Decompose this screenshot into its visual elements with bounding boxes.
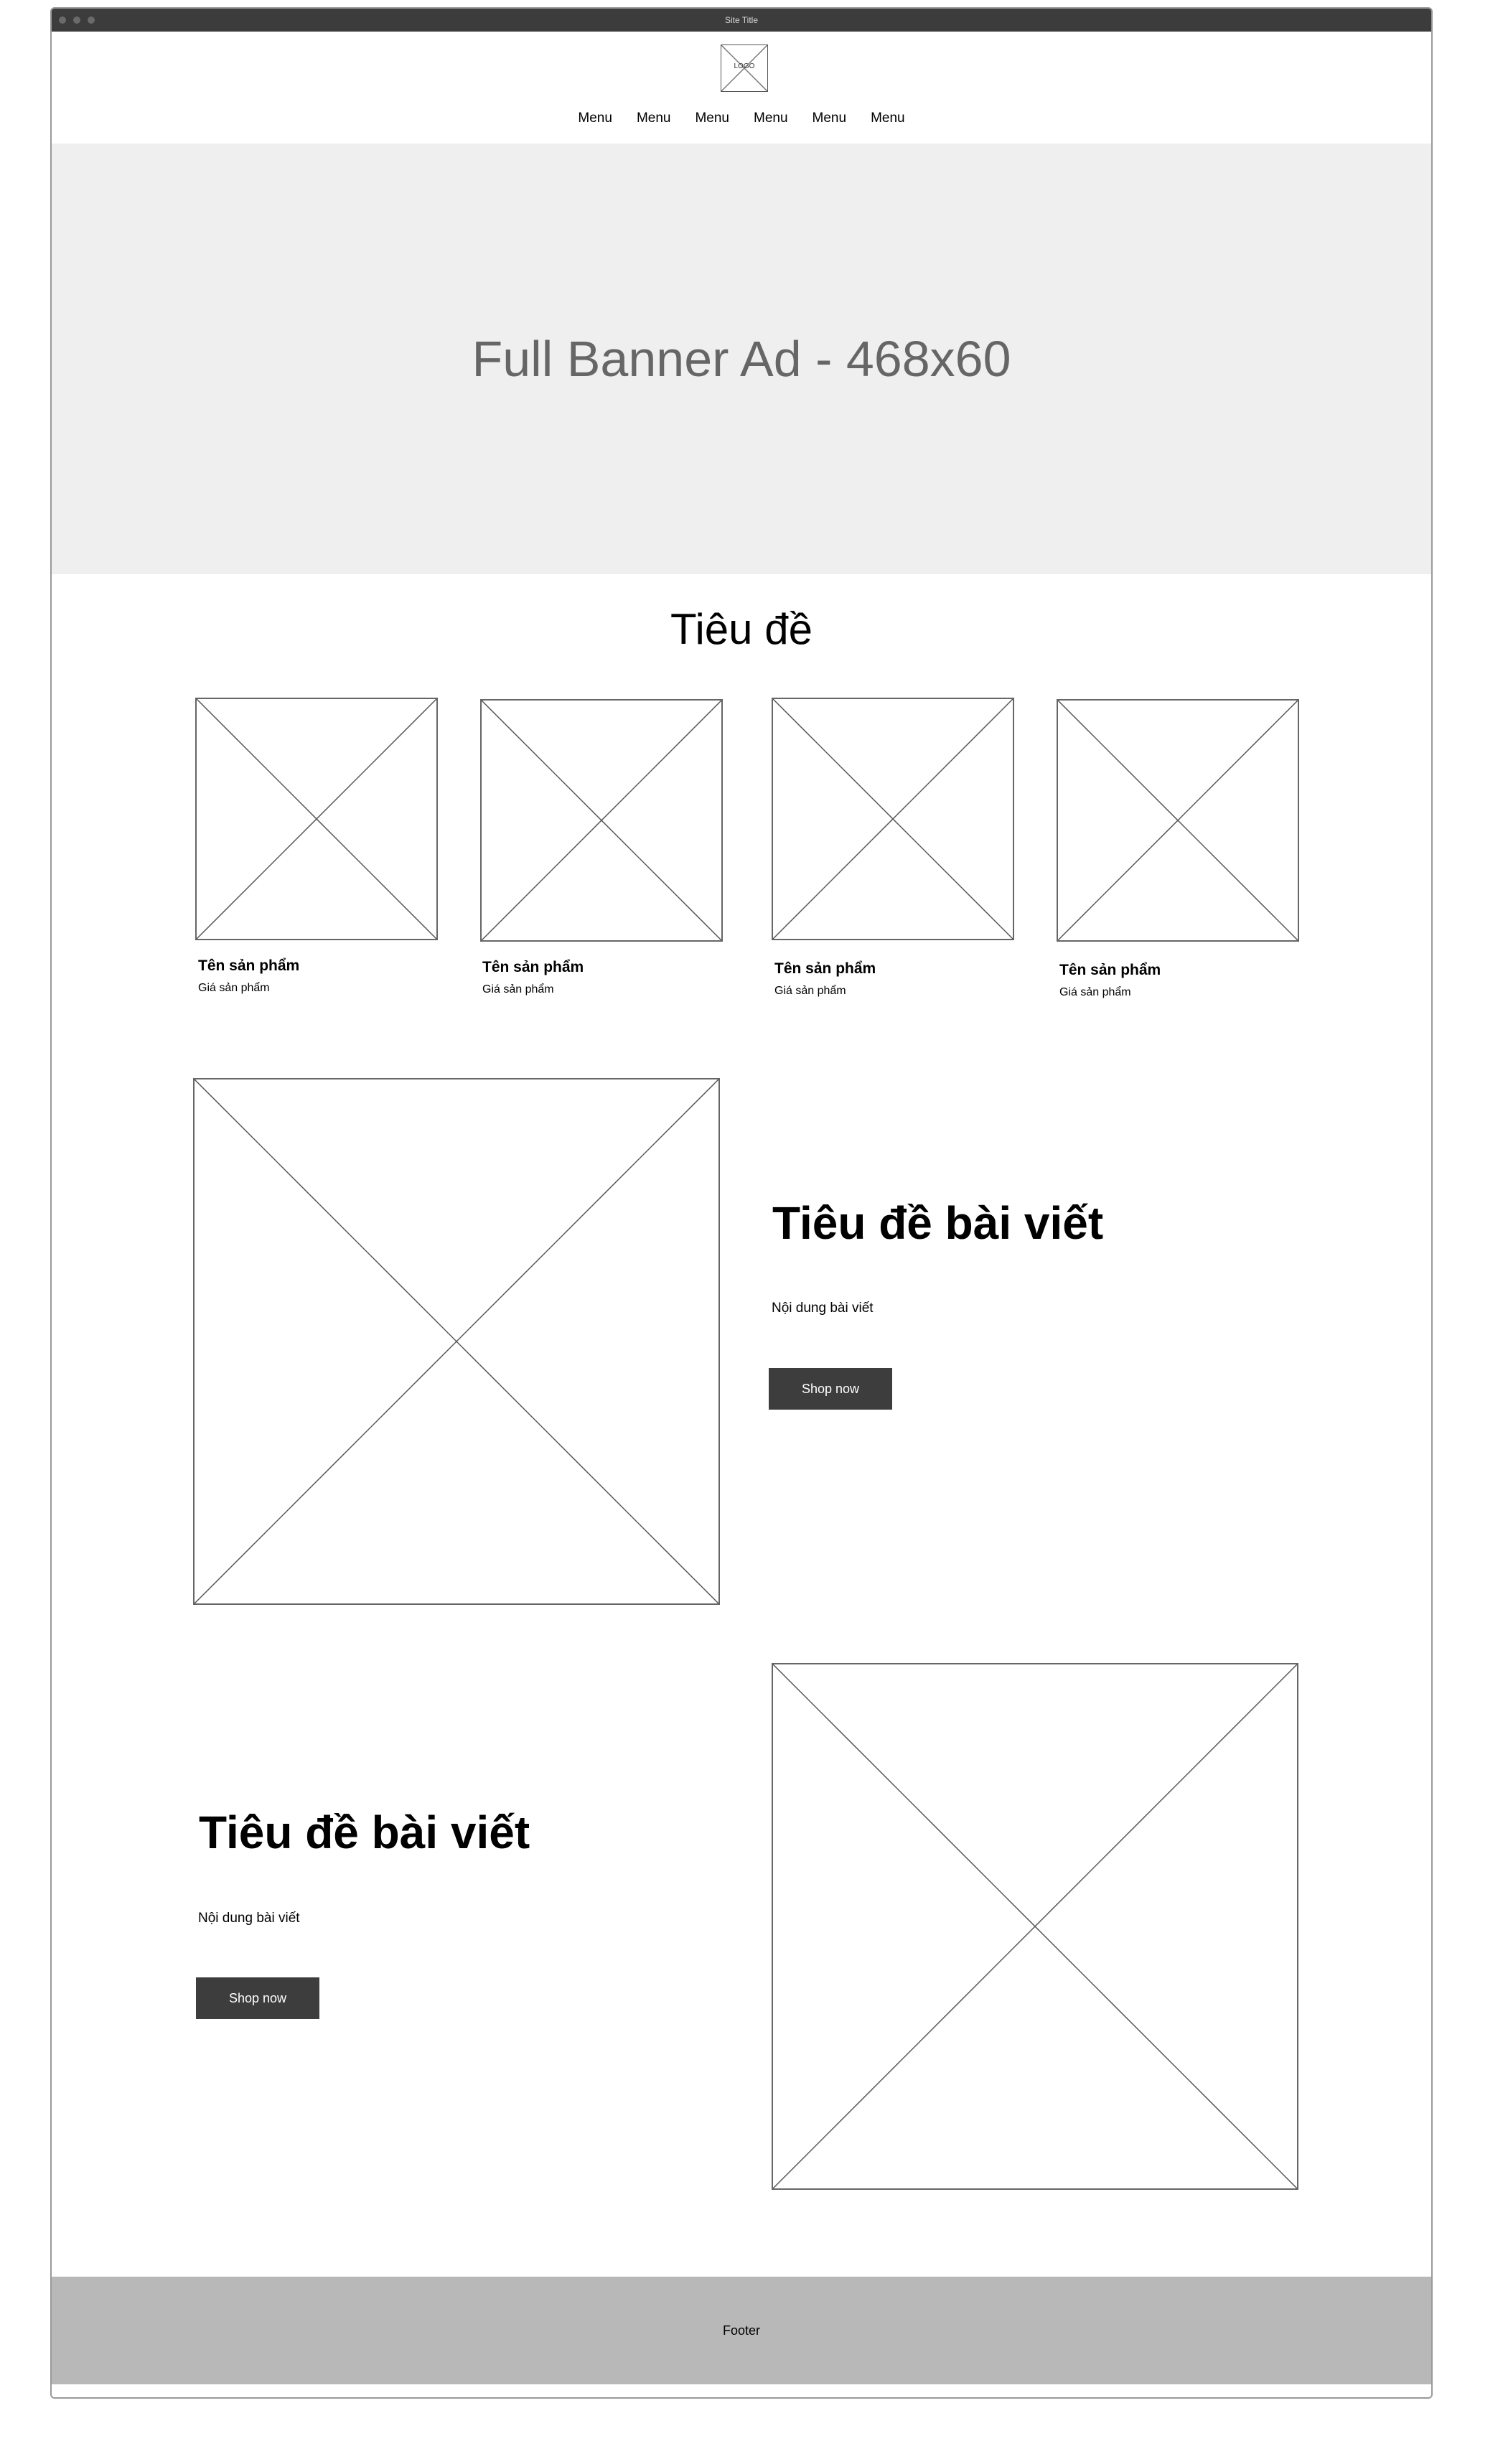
image-placeholder-icon xyxy=(773,1664,1297,2188)
image-placeholder-icon xyxy=(195,1079,718,1603)
product-name-3[interactable]: Tên sản phẩm xyxy=(774,960,876,978)
shop-now-button-1[interactable]: Shop now xyxy=(769,1368,892,1410)
nav-menu-3[interactable]: Menu xyxy=(695,111,729,126)
browser-window: Site Title LOGO Menu Menu Menu Menu Menu… xyxy=(50,7,1433,2399)
title-bar: Site Title xyxy=(52,9,1431,32)
nav-menu-2[interactable]: Menu xyxy=(637,111,671,126)
maximize-window-button[interactable] xyxy=(88,17,95,24)
site-title: Site Title xyxy=(724,15,759,25)
product-image-4[interactable] xyxy=(1057,699,1299,942)
product-price-3: Giá sản phẩm xyxy=(774,985,846,997)
article-image-1[interactable] xyxy=(193,1078,720,1605)
product-name-1[interactable]: Tên sản phẩm xyxy=(198,957,299,975)
products-section-title: Tiêu đề xyxy=(670,605,813,653)
nav-menu-1[interactable]: Menu xyxy=(578,111,612,126)
product-price-2: Giá sản phẩm xyxy=(482,983,554,996)
nav-menu-6[interactable]: Menu xyxy=(871,111,905,126)
article-title-2: Tiêu đề bài viết xyxy=(199,1807,530,1858)
logo[interactable]: LOGO xyxy=(721,44,768,92)
article-image-2[interactable] xyxy=(772,1663,1298,2190)
product-image-2[interactable] xyxy=(480,699,723,942)
product-price-1: Giá sản phẩm xyxy=(198,982,270,994)
article-body-1: Nội dung bài viết xyxy=(772,1301,874,1316)
close-window-button[interactable] xyxy=(59,17,66,24)
image-placeholder-icon xyxy=(197,699,436,939)
article-body-2: Nội dung bài viết xyxy=(198,1911,300,1926)
logo-text: LOGO xyxy=(734,62,755,70)
product-image-1[interactable] xyxy=(195,698,438,940)
footer-text: Footer xyxy=(722,2323,761,2338)
product-image-3[interactable] xyxy=(772,698,1014,940)
product-price-4: Giá sản phẩm xyxy=(1059,986,1131,998)
product-name-2[interactable]: Tên sản phẩm xyxy=(482,959,584,976)
main-nav: Menu Menu Menu Menu Menu Menu xyxy=(52,111,1431,126)
minimize-window-button[interactable] xyxy=(73,17,80,24)
nav-menu-4[interactable]: Menu xyxy=(754,111,788,126)
banner-ad-text: Full Banner Ad - 468x60 xyxy=(472,331,1011,387)
image-placeholder-icon xyxy=(773,699,1013,939)
shop-now-button-2[interactable]: Shop now xyxy=(196,1977,319,2019)
window-controls xyxy=(59,17,95,24)
image-placeholder-icon xyxy=(1058,701,1298,940)
banner-ad[interactable]: Full Banner Ad - 468x60 xyxy=(52,144,1431,574)
image-placeholder-icon xyxy=(482,701,721,940)
article-title-1: Tiêu đề bài viết xyxy=(772,1197,1104,1249)
product-name-4[interactable]: Tên sản phẩm xyxy=(1059,962,1161,979)
footer: Footer xyxy=(52,2277,1431,2384)
nav-menu-5[interactable]: Menu xyxy=(813,111,847,126)
